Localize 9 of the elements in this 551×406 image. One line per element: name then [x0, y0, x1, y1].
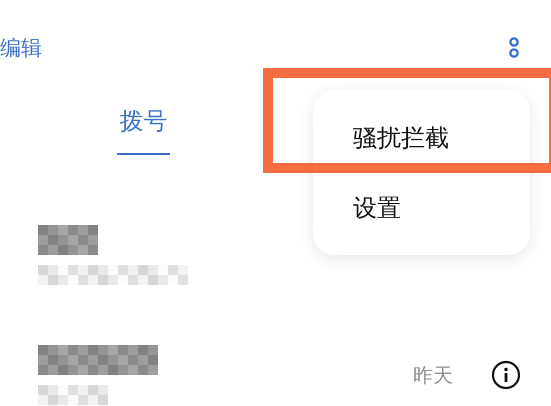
call-time: 昨天 — [413, 362, 453, 388]
menu-item[interactable]: 骚扰拦截 — [313, 102, 530, 172]
dial-tab[interactable]: 拨号 — [117, 95, 170, 195]
menu-item[interactable]: 设置 — [313, 172, 530, 242]
info-icon[interactable] — [491, 360, 521, 390]
pixelated-text — [38, 225, 98, 255]
pixelated-text — [38, 385, 108, 405]
more-options-icon[interactable] — [507, 36, 521, 58]
edit-link[interactable]: 编辑 — [0, 34, 42, 62]
